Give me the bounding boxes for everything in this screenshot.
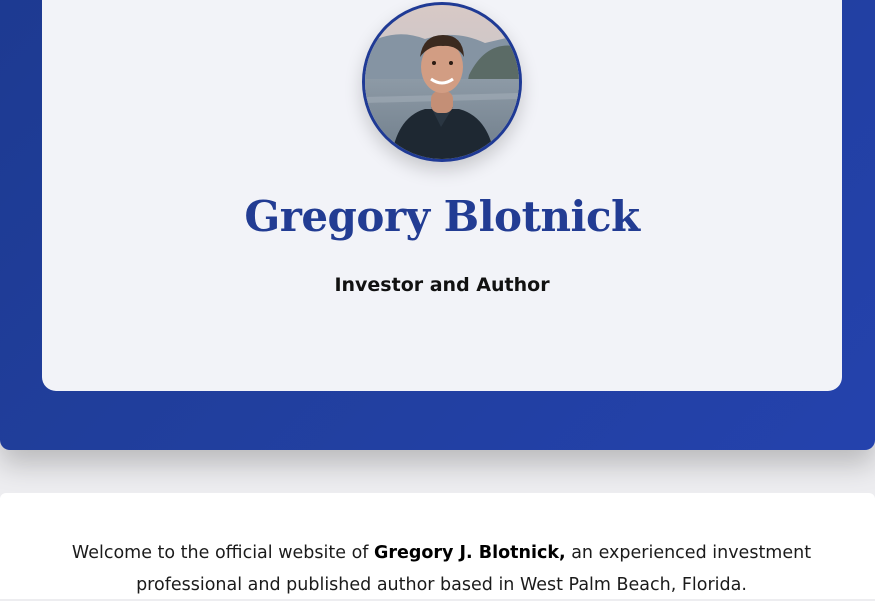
profile-photo-icon [365, 5, 519, 159]
intro-text-before: Welcome to the official website of [71, 543, 374, 563]
avatar [362, 2, 522, 162]
page-subtitle: Investor and Author [334, 274, 550, 296]
intro-paragraph: Welcome to the official website of Grego… [24, 537, 859, 601]
page-title: Gregory Blotnick [244, 192, 640, 241]
intro-name-bold: Gregory J. Blotnick, [374, 543, 566, 563]
intro-section: Welcome to the official website of Grego… [0, 493, 875, 599]
